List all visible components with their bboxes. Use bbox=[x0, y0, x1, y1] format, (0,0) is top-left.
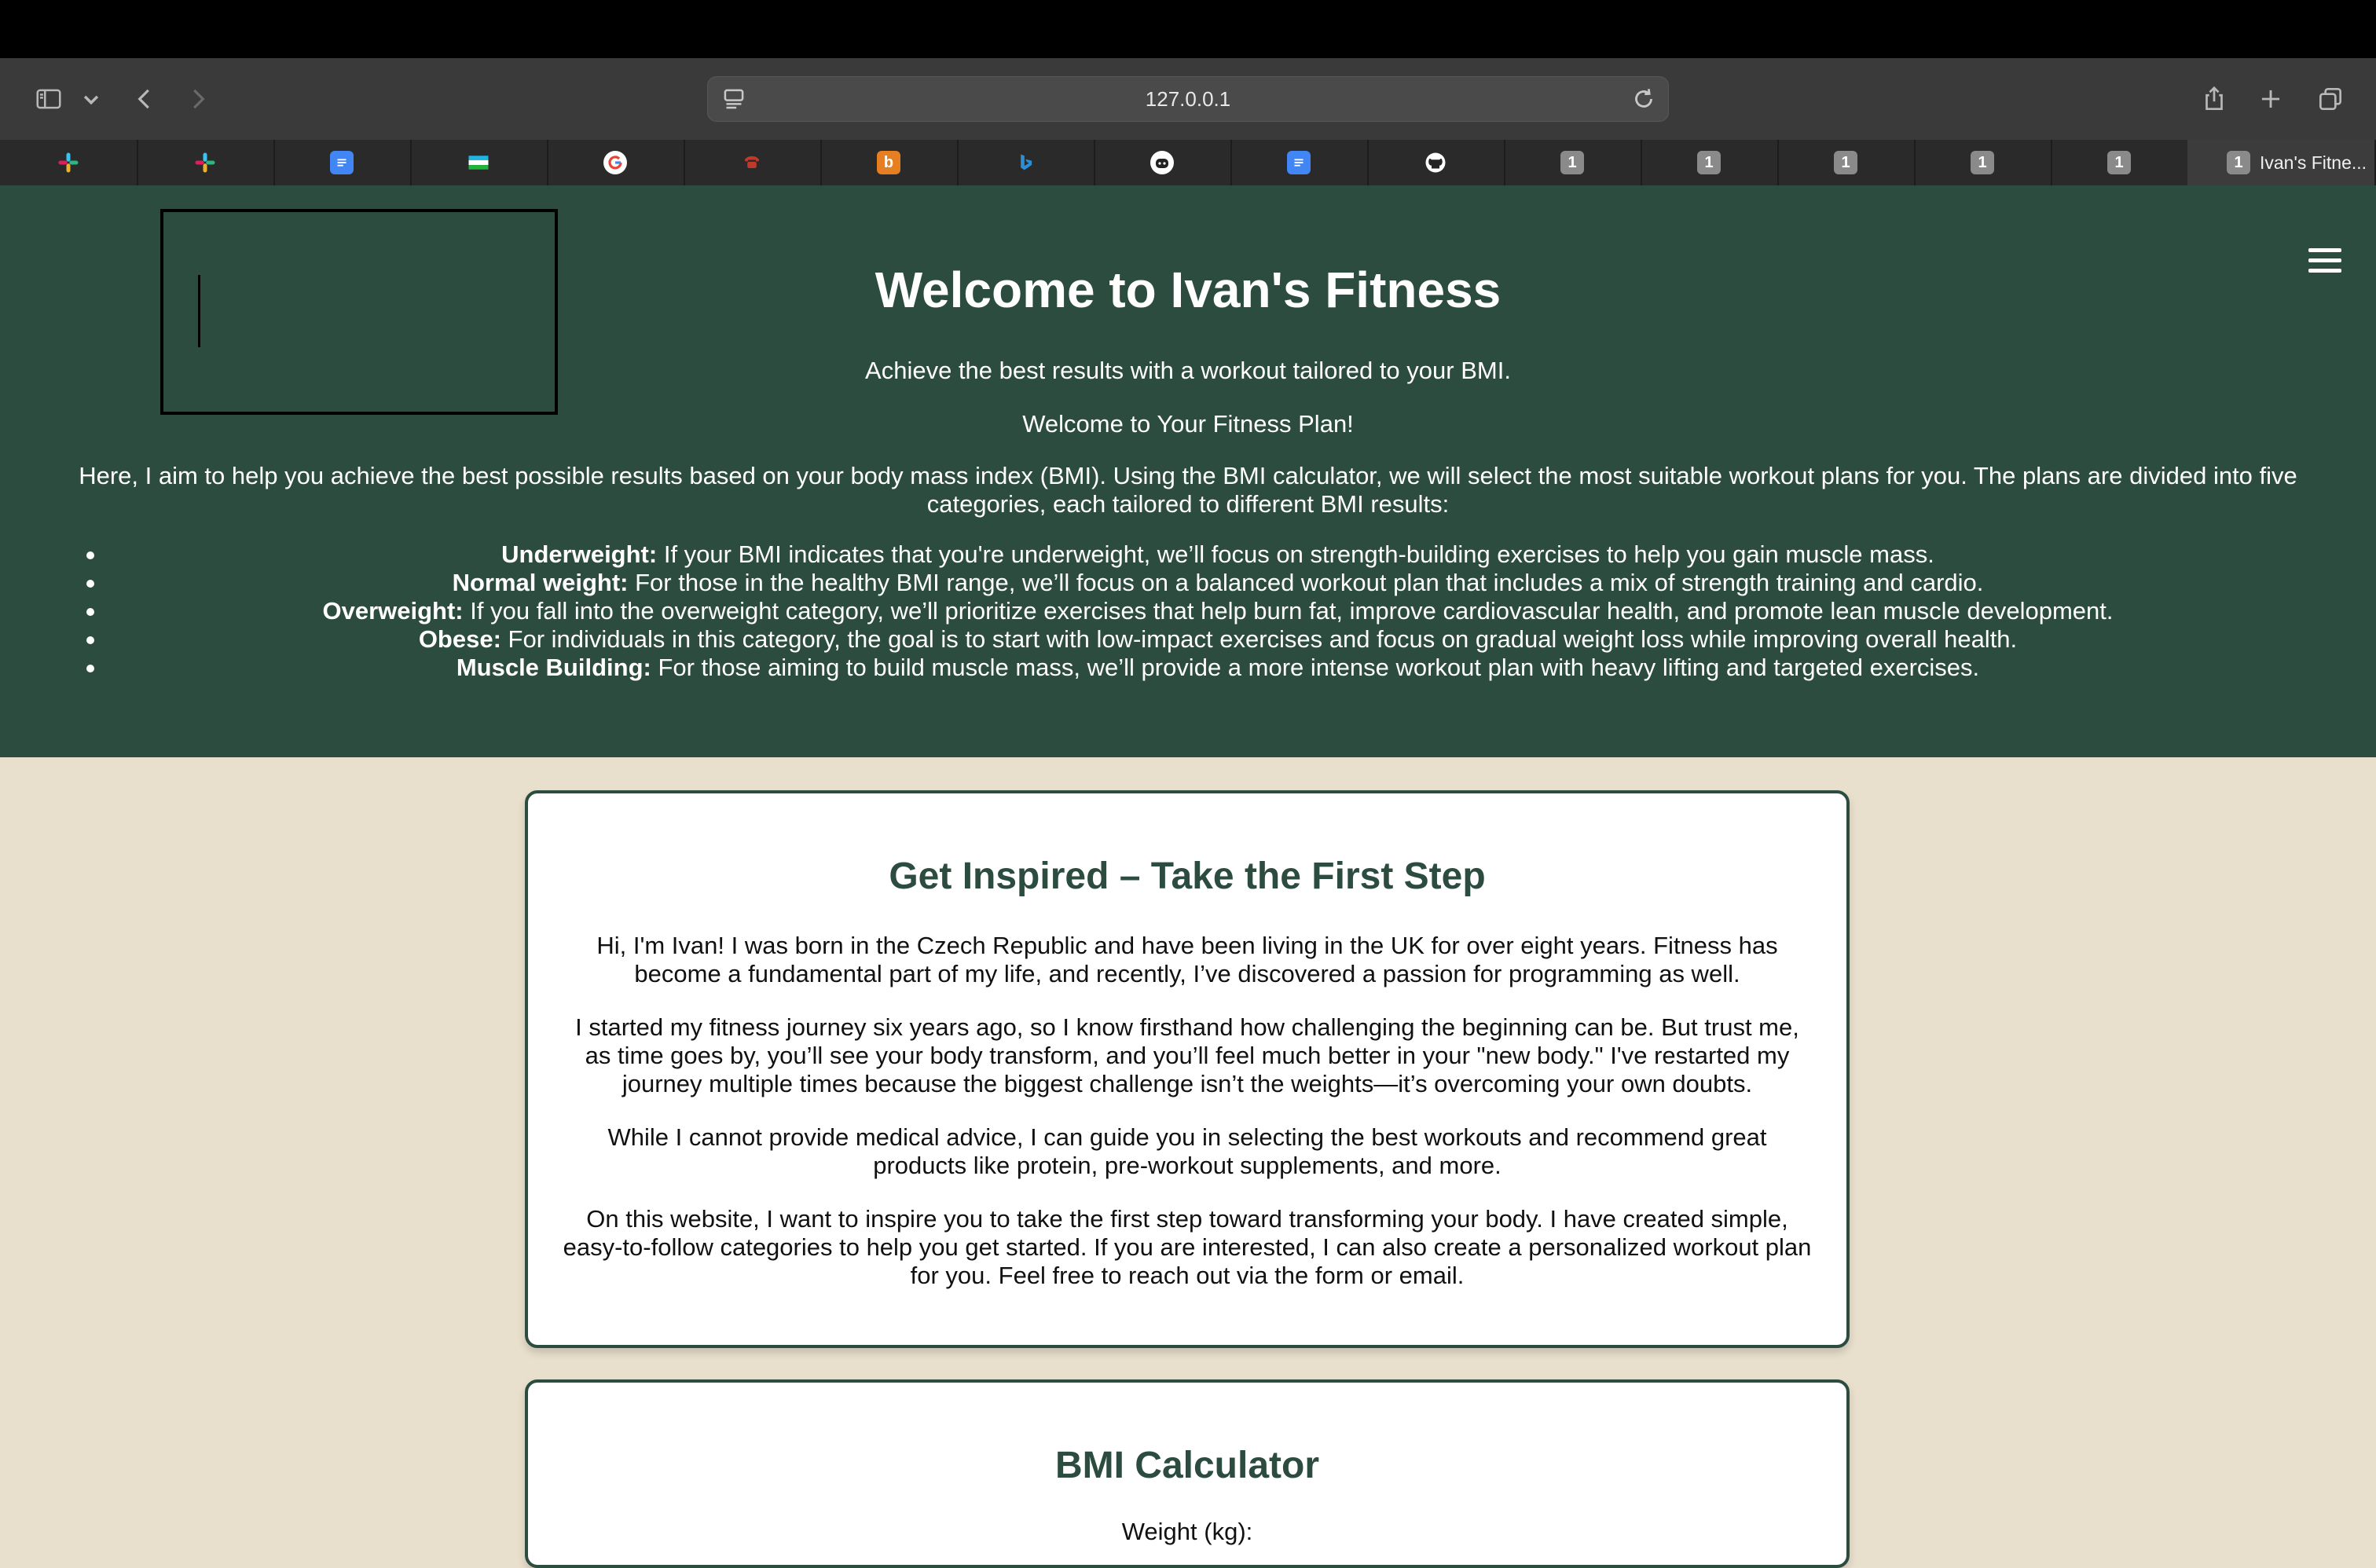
tab-google[interactable] bbox=[547, 140, 685, 185]
address-bar[interactable]: 127.0.0.1 bbox=[707, 76, 1669, 122]
tab-badge: 1 bbox=[1560, 151, 1584, 174]
inspire-paragraph: Hi, I'm Ivan! I was born in the Czech Re… bbox=[596, 932, 1778, 987]
category-label: Normal weight: bbox=[452, 569, 629, 596]
tab-slack-2[interactable] bbox=[137, 140, 275, 185]
tab-badge: 1 bbox=[1834, 151, 1857, 174]
tab-badge: 1 bbox=[2107, 151, 2131, 174]
tab-google-docs-2[interactable] bbox=[1230, 140, 1369, 185]
github-copilot-icon bbox=[1150, 151, 1174, 174]
tab-numbered-2[interactable]: 1 bbox=[1641, 140, 1779, 185]
bmi-calculator-card: BMI Calculator Weight (kg): bbox=[525, 1379, 1850, 1568]
hero-tagline: Achieve the best results with a workout … bbox=[865, 357, 1511, 384]
bing-icon bbox=[1014, 151, 1037, 174]
category-text: If you fall into the overweight category… bbox=[463, 597, 2114, 625]
tab-badge: 1 bbox=[2227, 151, 2250, 174]
category-label: Underweight: bbox=[501, 540, 658, 568]
tab-numbered-1[interactable]: 1 bbox=[1504, 140, 1642, 185]
category-label: Overweight: bbox=[322, 597, 464, 625]
sidebar-toggle-icon[interactable] bbox=[28, 79, 69, 119]
category-text: For those in the healthy BMI range, we’l… bbox=[628, 569, 1984, 596]
tab-numbered-4[interactable]: 1 bbox=[1914, 140, 2052, 185]
tab-google-docs[interactable] bbox=[273, 140, 412, 185]
list-item: Normal weight: For those in the healthy … bbox=[86, 569, 2349, 597]
category-label: Muscle Building: bbox=[456, 654, 651, 681]
tab-numbered-3[interactable]: 1 bbox=[1777, 140, 1916, 185]
forward-icon[interactable] bbox=[178, 79, 218, 119]
category-label: Obese: bbox=[418, 625, 501, 653]
page-title: Welcome to Ivan's Fitness bbox=[874, 262, 1502, 318]
list-item: Overweight: If you fall into the overwei… bbox=[86, 597, 2349, 625]
reload-icon[interactable] bbox=[1629, 84, 1659, 114]
tab-slack[interactable] bbox=[0, 140, 138, 185]
tab-bing[interactable] bbox=[957, 140, 1095, 185]
category-text: For individuals in this category, the go… bbox=[500, 625, 2018, 653]
tab-phone[interactable] bbox=[684, 140, 822, 185]
list-item: Underweight: If your BMI indicates that … bbox=[86, 540, 2349, 569]
system-top-bar bbox=[0, 0, 2376, 58]
browser-toolbar: 127.0.0.1 bbox=[0, 58, 2376, 140]
slack-icon bbox=[57, 151, 80, 174]
hero-subtitle: Welcome to Your Fitness Plan! bbox=[1022, 410, 1354, 438]
bmi-title: BMI Calculator bbox=[1054, 1445, 1320, 1486]
page-settings-icon[interactable] bbox=[719, 84, 749, 114]
share-icon[interactable] bbox=[2194, 79, 2235, 119]
weight-label: Weight (kg): bbox=[1121, 1518, 1253, 1545]
tab-flag[interactable] bbox=[410, 140, 548, 185]
tab-github-copilot[interactable] bbox=[1094, 140, 1232, 185]
category-text: For those aiming to build muscle mass, w… bbox=[651, 654, 1980, 681]
b-app-icon: b bbox=[877, 151, 900, 174]
hero-header: Welcome to Ivan's Fitness Achieve the be… bbox=[0, 185, 2376, 757]
inspire-title: Get Inspired – Take the First Step bbox=[889, 855, 1486, 897]
inspire-paragraph: I started my fitness journey six years a… bbox=[575, 1013, 1799, 1097]
inspire-paragraph: On this website, I want to inspire you t… bbox=[563, 1205, 1812, 1289]
tab-numbered-5[interactable]: 1 bbox=[2051, 140, 2189, 185]
list-item: Muscle Building: For those aiming to bui… bbox=[86, 654, 2349, 682]
google-docs-icon bbox=[1287, 151, 1311, 174]
url-text: 127.0.0.1 bbox=[1145, 86, 1231, 111]
google-icon bbox=[603, 151, 627, 174]
tab-ivans-fitness[interactable]: 1 Ivan's Fitne... bbox=[2187, 140, 2376, 185]
category-text: If your BMI indicates that you're underw… bbox=[657, 540, 1934, 568]
github-icon bbox=[1424, 151, 1447, 174]
chevron-down-icon[interactable] bbox=[75, 79, 107, 119]
tab-bar: b 1 1 1 1 1 1 Ivan's Fitne... bbox=[0, 140, 2376, 185]
tab-badge: 1 bbox=[1971, 151, 1994, 174]
phone-icon bbox=[740, 151, 764, 174]
tab-title: Ivan's Fitne... bbox=[2260, 152, 2367, 173]
new-tab-icon[interactable] bbox=[2250, 79, 2291, 119]
list-item: Obese: For individuals in this category,… bbox=[86, 625, 2349, 654]
hero-intro: Here, I aim to help you achieve the best… bbox=[79, 462, 2297, 518]
tab-github[interactable] bbox=[1367, 140, 1505, 185]
back-icon[interactable] bbox=[124, 79, 165, 119]
tab-overview-icon[interactable] bbox=[2310, 79, 2351, 119]
inspire-card: Get Inspired – Take the First Step Hi, I… bbox=[525, 790, 1850, 1348]
tab-b-app[interactable]: b bbox=[820, 140, 959, 185]
flag-icon bbox=[467, 151, 490, 174]
bmi-category-list: Underweight: If your BMI indicates that … bbox=[86, 540, 2349, 682]
tab-badge: 1 bbox=[1697, 151, 1721, 174]
slack-icon bbox=[193, 151, 217, 174]
inspire-paragraph: While I cannot provide medical advice, I… bbox=[607, 1123, 1767, 1179]
google-docs-icon bbox=[330, 151, 354, 174]
